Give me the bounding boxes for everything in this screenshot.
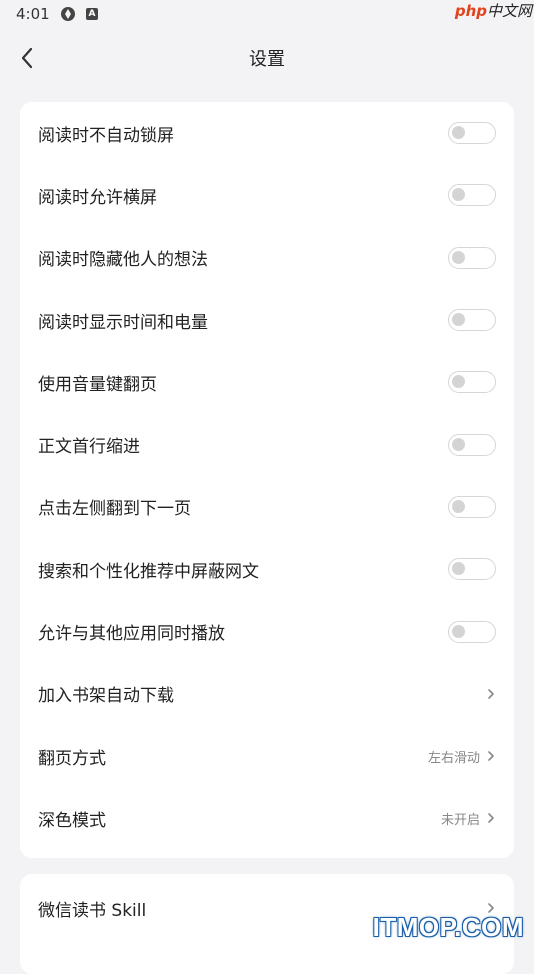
aperture-icon xyxy=(61,7,75,21)
setting-label: 搜索和个性化推荐中屏蔽网文 xyxy=(38,561,259,582)
setting-label: 深色模式 xyxy=(38,810,106,831)
setting-row[interactable]: 阅读时隐藏他人的想法 xyxy=(20,227,514,289)
setting-row[interactable]: 使用音量键翻页 xyxy=(20,351,514,413)
status-time: 4:01 xyxy=(16,5,50,23)
setting-label: 使用音量键翻页 xyxy=(38,374,157,395)
setting-row[interactable]: 翻页方式 左右滑动 xyxy=(20,725,514,787)
setting-row[interactable]: 正文首行缩进 xyxy=(20,413,514,475)
setting-label: 阅读时隐藏他人的想法 xyxy=(38,250,208,271)
toggle-knob xyxy=(452,437,465,451)
setting-row[interactable]: 阅读时不自动锁屏 xyxy=(20,102,514,164)
chevron-right-icon xyxy=(488,751,494,761)
setting-value: 左右滑动 xyxy=(427,750,480,766)
setting-row[interactable]: 搜索和个性化推荐中屏蔽网文 xyxy=(20,538,514,600)
setting-row[interactable]: 阅读时显示时间和电量 xyxy=(20,289,514,351)
toggle-knob xyxy=(452,624,465,638)
toggle-knob xyxy=(452,375,465,389)
setting-label: 翻页方式 xyxy=(38,748,106,769)
setting-label: 正文首行缩进 xyxy=(38,437,140,458)
toggle-switch[interactable] xyxy=(448,122,496,145)
chevron-right-icon xyxy=(488,813,494,824)
toggle-switch[interactable] xyxy=(448,433,496,456)
toggle-switch[interactable] xyxy=(448,371,496,394)
toggle-switch[interactable] xyxy=(448,309,496,332)
setting-label: 加入书架自动下载 xyxy=(38,686,174,707)
setting-label: 阅读时不自动锁屏 xyxy=(38,125,174,146)
toggle-knob xyxy=(452,126,465,140)
setting-row[interactable]: 点击左侧翻到下一页 xyxy=(20,476,514,538)
toggle-switch[interactable] xyxy=(448,495,496,518)
setting-label: 点击左侧翻到下一页 xyxy=(38,499,191,520)
toggle-switch[interactable] xyxy=(448,184,496,207)
watermark-logo: php中文网 xyxy=(454,2,532,20)
toggle-knob xyxy=(452,499,465,513)
watermark-itmop: ITMOP.COM xyxy=(372,912,524,942)
settings-card-main: 阅读时不自动锁屏 阅读时允许横屏阅读时隐藏他人的想法 阅读时显示时间和电量 使用音量键… xyxy=(20,102,514,858)
toggle-switch[interactable] xyxy=(448,558,496,581)
setting-label: 允许与其他应用同时播放 xyxy=(38,624,225,645)
setting-value: 未开启 xyxy=(440,812,480,828)
chevron-right-icon xyxy=(488,689,494,699)
toggle-switch[interactable] xyxy=(448,246,496,269)
setting-row[interactable]: 阅读时允许横屏 xyxy=(20,164,514,226)
setting-row[interactable]: 深色模式 未开启 xyxy=(20,787,514,849)
toggle-knob xyxy=(452,188,465,202)
toggle-knob xyxy=(452,562,465,576)
setting-label: 微信读书 Skill xyxy=(38,900,147,921)
setting-label: 阅读时显示时间和电量 xyxy=(38,312,208,333)
setting-row[interactable]: 允许与其他应用同时播放 xyxy=(20,600,514,662)
toggle-switch[interactable] xyxy=(448,620,496,643)
toggle-knob xyxy=(452,250,465,264)
toggle-knob xyxy=(452,313,465,327)
page-title: 设置 xyxy=(249,49,285,70)
setting-row[interactable]: 加入书架自动下载 xyxy=(20,663,514,725)
setting-label: 阅读时允许横屏 xyxy=(38,187,157,208)
a-badge-icon: A xyxy=(86,8,98,20)
header: 设置 xyxy=(0,30,534,86)
